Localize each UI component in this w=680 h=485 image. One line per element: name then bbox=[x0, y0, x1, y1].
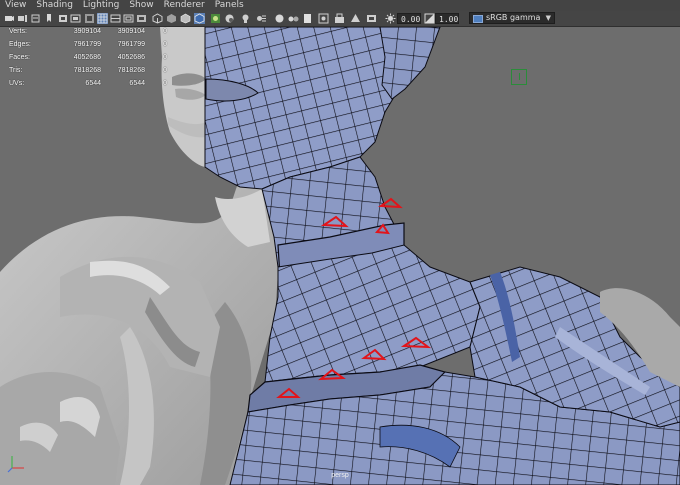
texture-icon[interactable] bbox=[194, 13, 205, 24]
camera-name-label: persp bbox=[331, 472, 349, 479]
field-chart-icon[interactable] bbox=[110, 13, 121, 24]
safe-title-icon[interactable] bbox=[136, 13, 147, 24]
axis-gizmo-icon bbox=[7, 456, 24, 473]
menu-lighting[interactable]: Lighting bbox=[78, 0, 124, 11]
film-gate-icon[interactable] bbox=[70, 13, 81, 24]
chevron-down-icon: ▼ bbox=[545, 14, 551, 22]
resolution-gate-icon[interactable] bbox=[84, 13, 95, 24]
camera-icon[interactable] bbox=[4, 13, 15, 24]
maya-viewport-window: View Shading Lighting Show Renderer Pane… bbox=[0, 0, 680, 485]
3d-viewport[interactable] bbox=[0, 27, 680, 485]
color-management-swatch bbox=[473, 15, 483, 23]
wireframe-icon[interactable] bbox=[152, 13, 163, 24]
menu-show[interactable]: Show bbox=[124, 0, 158, 11]
bookmark-icon[interactable] bbox=[30, 13, 41, 24]
panel-menu-bar: View Shading Lighting Show Renderer Pane… bbox=[0, 0, 680, 11]
smooth-shade-icon[interactable] bbox=[166, 13, 177, 24]
grid-icon[interactable] bbox=[58, 13, 69, 24]
manipulator-handle[interactable] bbox=[511, 69, 527, 85]
lights-icon[interactable] bbox=[210, 13, 221, 24]
gamma-icon[interactable] bbox=[424, 13, 435, 24]
exposure-icon[interactable] bbox=[385, 13, 396, 24]
xray-joints-icon[interactable] bbox=[334, 13, 345, 24]
panel-toolbar: 0.00 1.00 sRGB gamma ▼ bbox=[0, 11, 680, 27]
image-plane-icon[interactable] bbox=[44, 13, 55, 24]
backface-icon[interactable] bbox=[350, 13, 361, 24]
camera-attr-icon[interactable] bbox=[17, 13, 28, 24]
color-space-dropdown[interactable]: sRGB gamma ▼ bbox=[469, 12, 555, 24]
exposure-field[interactable]: 0.00 bbox=[397, 13, 421, 24]
isolate-icon[interactable] bbox=[302, 13, 313, 24]
motion-blur-icon[interactable] bbox=[256, 13, 267, 24]
dof-icon[interactable] bbox=[288, 13, 299, 24]
menu-shading[interactable]: Shading bbox=[31, 0, 78, 11]
xray-icon[interactable] bbox=[318, 13, 329, 24]
gamma-field[interactable]: 1.00 bbox=[435, 13, 459, 24]
ssao-icon[interactable] bbox=[240, 13, 251, 24]
gate-mask-icon[interactable] bbox=[97, 13, 108, 24]
color-space-label: sRGB gamma bbox=[486, 13, 541, 22]
menu-view[interactable]: View bbox=[0, 0, 31, 11]
aa-icon[interactable] bbox=[274, 13, 285, 24]
default-material-icon[interactable] bbox=[180, 13, 191, 24]
menu-panels[interactable]: Panels bbox=[210, 0, 249, 11]
menu-renderer[interactable]: Renderer bbox=[159, 0, 210, 11]
display-icon[interactable] bbox=[366, 13, 377, 24]
safe-action-icon[interactable] bbox=[123, 13, 134, 24]
shadows-icon[interactable] bbox=[224, 13, 235, 24]
